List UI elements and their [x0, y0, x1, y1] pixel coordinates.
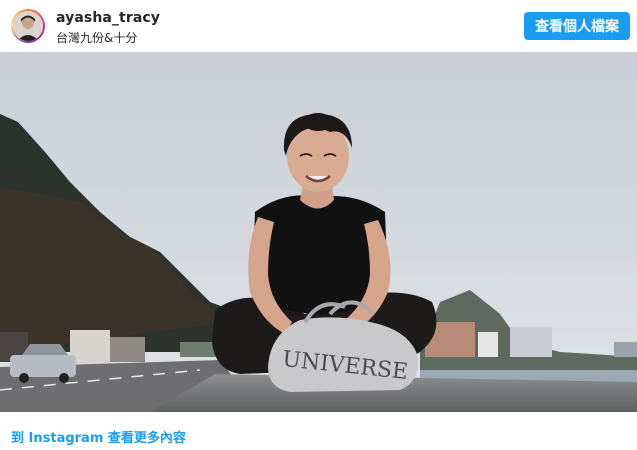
username[interactable]: ayasha_tracy: [56, 10, 160, 26]
view-profile-button[interactable]: 查看個人檔案: [524, 12, 630, 40]
avatar[interactable]: [11, 9, 45, 43]
photo-scene: UNIVERSE: [0, 52, 637, 412]
avatar-image: [13, 11, 43, 41]
post-photo[interactable]: UNIVERSE: [0, 52, 637, 412]
post-header: ayasha_tracy 台灣九份&十分 查看個人檔案: [0, 0, 637, 53]
view-more-on-instagram-link[interactable]: 到 Instagram 查看更多內容: [11, 427, 186, 446]
location[interactable]: 台灣九份&十分: [56, 29, 137, 46]
